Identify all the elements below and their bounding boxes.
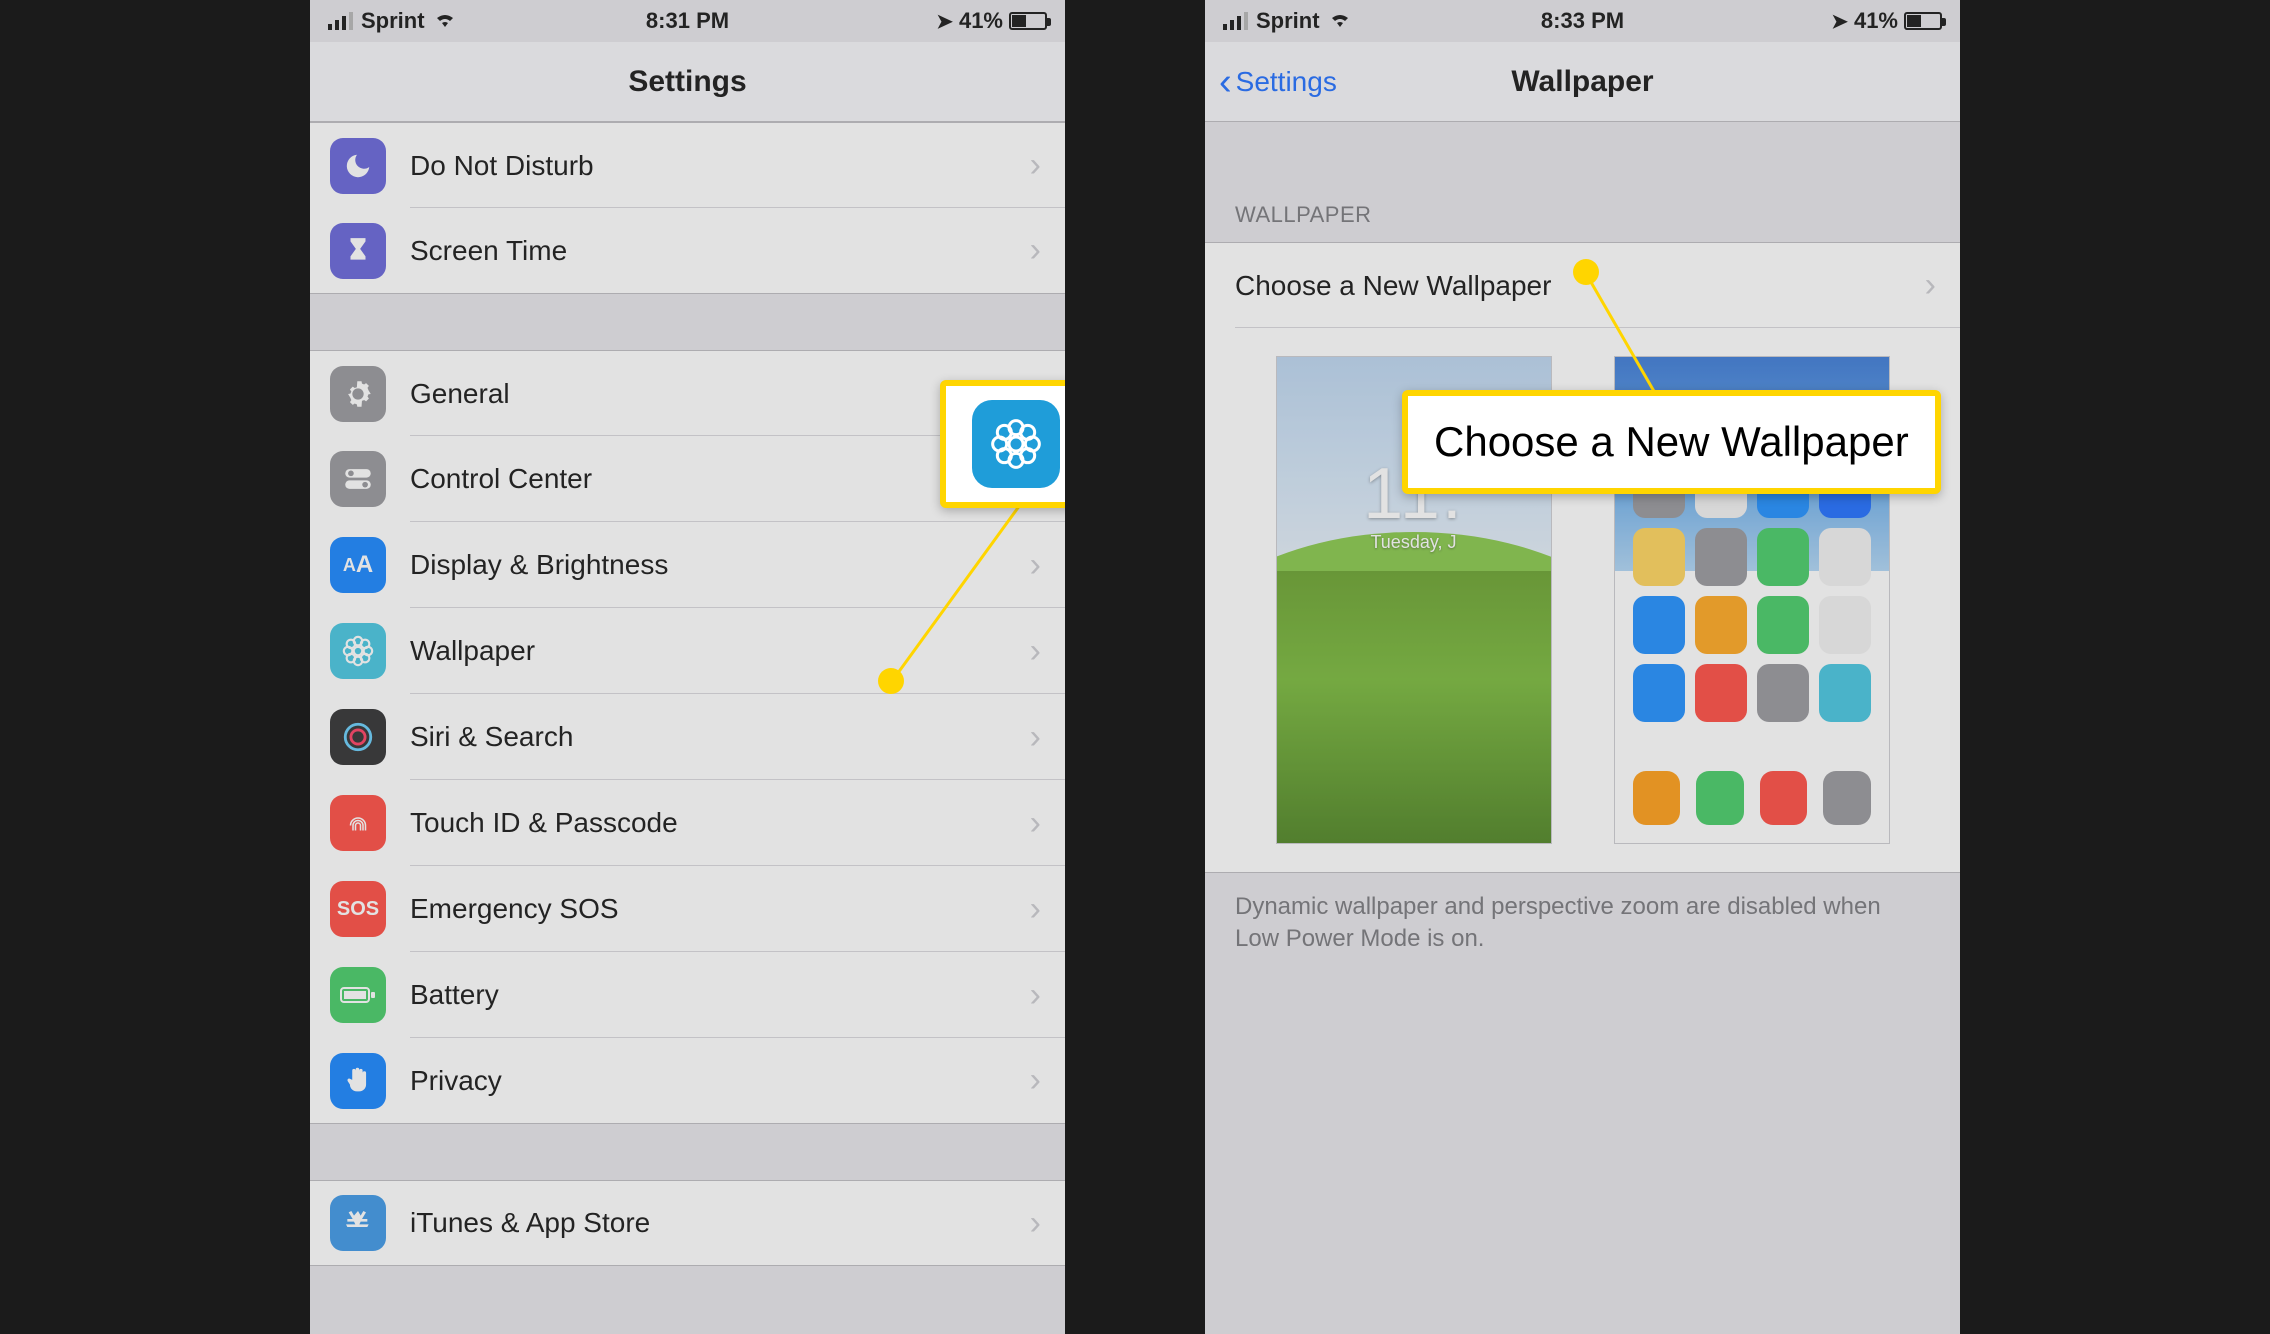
phone-wallpaper: Sprint 8:33 PM ➤ 41% ‹ Settings Wallpape… [1205, 0, 1960, 1334]
wifi-icon [1328, 8, 1352, 34]
row-label: iTunes & App Store [410, 1207, 1030, 1239]
row-wallpaper[interactable]: Wallpaper › [310, 608, 1065, 694]
row-label: Control Center [410, 463, 1030, 495]
siri-icon [330, 709, 386, 765]
sos-icon: SOS [330, 881, 386, 937]
chevron-right-icon: › [1030, 890, 1041, 929]
row-privacy[interactable]: Privacy › [310, 1038, 1065, 1124]
lock-date: Tuesday, J [1277, 532, 1551, 553]
chevron-right-icon: › [1030, 632, 1041, 671]
chevron-right-icon: › [1030, 546, 1041, 585]
flower-icon [330, 623, 386, 679]
toggles-icon [330, 451, 386, 507]
flower-icon [972, 400, 1060, 488]
chevron-right-icon: › [1030, 1204, 1041, 1243]
chevron-right-icon: › [1030, 976, 1041, 1015]
row-siri-search[interactable]: Siri & Search › [310, 694, 1065, 780]
callout-dot [878, 668, 904, 694]
row-do-not-disturb[interactable]: Do Not Disturb › [310, 122, 1065, 208]
chevron-right-icon: › [1030, 146, 1041, 185]
callout-label: Choose a New Wallpaper [1434, 418, 1909, 466]
navbar: Settings [310, 42, 1065, 122]
row-label: Touch ID & Passcode [410, 807, 1030, 839]
row-label: Display & Brightness [410, 549, 1030, 581]
callout-wallpaper: Wallpaper [940, 380, 1065, 508]
signal-bars-icon [328, 12, 353, 30]
callout-choose-wallpaper: Choose a New Wallpaper [1402, 390, 1941, 494]
row-label: Do Not Disturb [410, 150, 1030, 182]
row-label: General [410, 378, 1030, 410]
footer-note: Dynamic wallpaper and perspective zoom a… [1205, 873, 1960, 974]
row-itunes-appstore[interactable]: iTunes & App Store › [310, 1180, 1065, 1266]
wifi-icon [433, 8, 457, 34]
row-label: Siri & Search [410, 721, 1030, 753]
section-header: WALLPAPER [1205, 122, 1960, 242]
status-time: 8:31 PM [646, 8, 729, 34]
signal-bars-icon [1223, 12, 1248, 30]
hourglass-icon [330, 223, 386, 279]
status-bar: Sprint 8:31 PM ➤ 41% [310, 0, 1065, 42]
chevron-right-icon: › [1925, 266, 1936, 305]
row-label: Privacy [410, 1065, 1030, 1097]
location-icon: ➤ [1831, 9, 1848, 34]
callout-dot [1573, 259, 1599, 285]
back-label: Settings [1236, 66, 1337, 98]
row-label: Screen Time [410, 235, 1030, 267]
row-battery[interactable]: Battery › [310, 952, 1065, 1038]
row-touch-id[interactable]: Touch ID & Passcode › [310, 780, 1065, 866]
page-title: Settings [628, 65, 746, 99]
appstore-icon [330, 1195, 386, 1251]
chevron-right-icon: › [1030, 718, 1041, 757]
status-time: 8:33 PM [1541, 8, 1624, 34]
phone-settings: Sprint 8:31 PM ➤ 41% Settings Do Not Dis… [310, 0, 1065, 1334]
back-button[interactable]: ‹ Settings [1219, 63, 1337, 101]
chevron-right-icon: › [1030, 804, 1041, 843]
text-size-icon: AA [330, 537, 386, 593]
battery-percent: 41% [1854, 8, 1898, 34]
dock [1633, 765, 1871, 831]
row-label: Emergency SOS [410, 893, 1030, 925]
battery-icon [1904, 12, 1942, 30]
row-choose-wallpaper[interactable]: Choose a New Wallpaper › [1205, 242, 1960, 328]
carrier-label: Sprint [361, 8, 425, 34]
gear-icon [330, 366, 386, 422]
hand-icon [330, 1053, 386, 1109]
chevron-right-icon: › [1030, 1061, 1041, 1100]
chevron-right-icon: › [1030, 231, 1041, 270]
battery-percent: 41% [959, 8, 1003, 34]
row-label: Wallpaper [410, 635, 1030, 667]
carrier-label: Sprint [1256, 8, 1320, 34]
page-title: Wallpaper [1511, 65, 1653, 99]
row-label: Battery [410, 979, 1030, 1011]
location-icon: ➤ [936, 9, 953, 34]
fingerprint-icon [330, 795, 386, 851]
battery-icon [1009, 12, 1047, 30]
row-emergency-sos[interactable]: SOS Emergency SOS › [310, 866, 1065, 952]
battery-icon [330, 967, 386, 1023]
status-bar: Sprint 8:33 PM ➤ 41% [1205, 0, 1960, 42]
navbar: ‹ Settings Wallpaper [1205, 42, 1960, 122]
row-screen-time[interactable]: Screen Time › [310, 208, 1065, 294]
chevron-left-icon: ‹ [1219, 63, 1232, 101]
moon-icon [330, 138, 386, 194]
